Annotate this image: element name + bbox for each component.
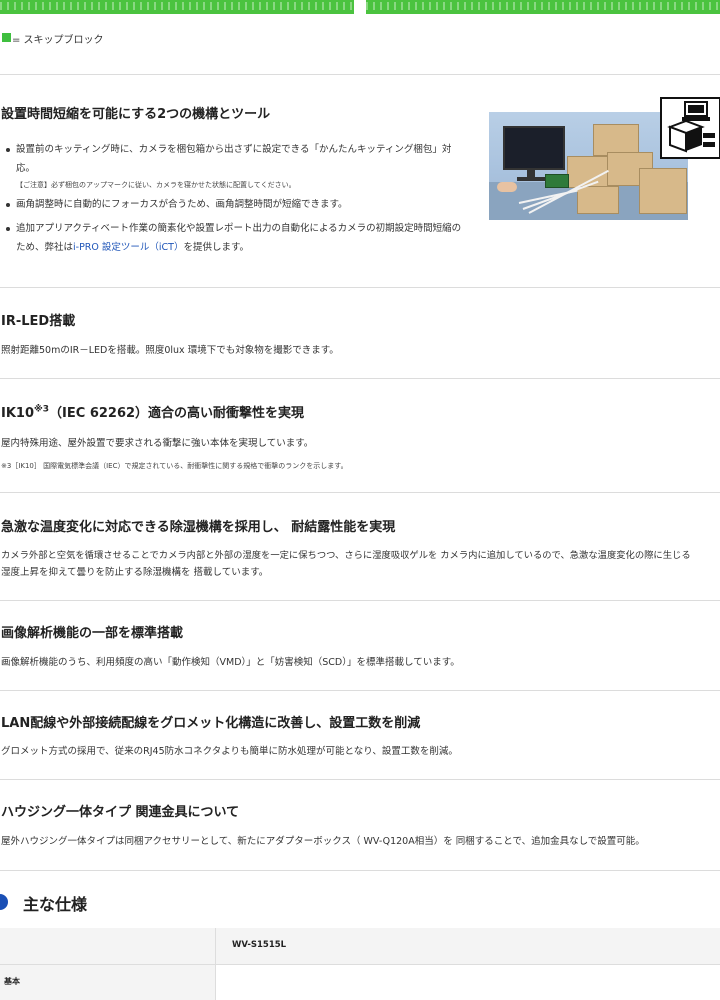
table-header-empty: [0, 928, 216, 964]
divider: [0, 779, 720, 780]
spec-table: WV-S1515L 基本: [0, 928, 720, 1000]
table-row-value: [216, 964, 720, 1000]
divider: [0, 600, 720, 601]
footnote: ※3［IK10］ 国際電気標準会議（IEC）で規定されている、耐衝撃性に関する規…: [1, 462, 348, 470]
section-heading-installation: 設置時間短縮を可能にする2つの機構とツール: [1, 107, 271, 122]
section-marker-icon: [0, 894, 8, 910]
specs-title: 主な仕様: [23, 895, 88, 914]
caution-note: 【ご注意】必ず梱包のアップマークに従い、カメラを寝かせた状態に配置してください。: [16, 181, 296, 189]
section-text: 屋外ハウジング一体タイプは同梱アクセサリーとして、新たにアダプターボックス（ W…: [1, 836, 645, 847]
top-banner-left: [0, 0, 354, 14]
kitting-photo: [489, 112, 688, 220]
section-text: グロメット方式の採用で、従来のRJ45防水コネクタよりも簡単に防水処理が可能とな…: [1, 746, 458, 757]
list-item: 設置前のキッティング時に、カメラを梱包箱から出さずに設定できる「かんたんキッティ…: [0, 140, 470, 192]
list-item: 追加アプリアクティベート作業の簡素化や設置レポート出力の自動化によるカメラの初期…: [0, 219, 470, 257]
list-item: 画角調整時に自動的にフォーカスが合うため、画角調整時間が短縮できます。: [0, 195, 470, 214]
ict-tool-link[interactable]: i-PRO 設定ツール（iCT）: [73, 242, 183, 253]
section-text: カメラ外部と空気を循環させることでカメラ内部と外部の湿度を一定に保ちつつ、さらに…: [1, 550, 691, 561]
divider: [0, 74, 720, 75]
divider: [0, 287, 720, 288]
kitting-box-icon: [660, 97, 720, 159]
section-heading-image-analysis: 画像解析機能の一部を標準搭載: [1, 626, 184, 641]
table-row-label: 基本: [0, 964, 216, 1000]
top-banner-right: [366, 0, 720, 14]
section-heading-ik10: IK10※3（IEC 62262）適合の高い耐衝撃性を実現: [1, 404, 305, 421]
section-heading-dehumidify: 急激な温度変化に対応できる除湿機構を採用し、 耐結露性能を実現: [1, 520, 396, 535]
skip-block-swatch: [2, 33, 11, 42]
section-heading-grommet: LAN配線や外部接続配線をグロメット化構造に改善し、設置工数を削減: [1, 716, 421, 731]
divider: [0, 492, 720, 493]
section-text: 湿度上昇を抑えて曇りを防止する除湿機構を 搭載しています。: [1, 567, 269, 578]
section-text: 屋内特殊用途、屋外設置で要求される衝撃に強い本体を実現しています。: [1, 438, 314, 449]
divider: [0, 690, 720, 691]
table-header-model: WV-S1515L: [216, 928, 720, 964]
feature-list: 設置前のキッティング時に、カメラを梱包箱から出さずに設定できる「かんたんキッティ…: [0, 140, 470, 257]
divider: [0, 870, 720, 871]
section-text: 照射距離50mのIR－LEDを搭載。照度0lux 環境下でも対象物を撮影できます…: [1, 345, 339, 356]
divider: [0, 378, 720, 379]
skip-block-legend: = スキップブロック: [12, 35, 104, 46]
section-heading-housing: ハウジング一体タイプ 関連金具について: [1, 805, 240, 820]
section-heading-ir-led: IR-LED搭載: [1, 314, 76, 329]
section-text: 画像解析機能のうち、利用頻度の高い「動作検知（VMD）」と「妨害検知（SCD）」…: [1, 657, 460, 668]
